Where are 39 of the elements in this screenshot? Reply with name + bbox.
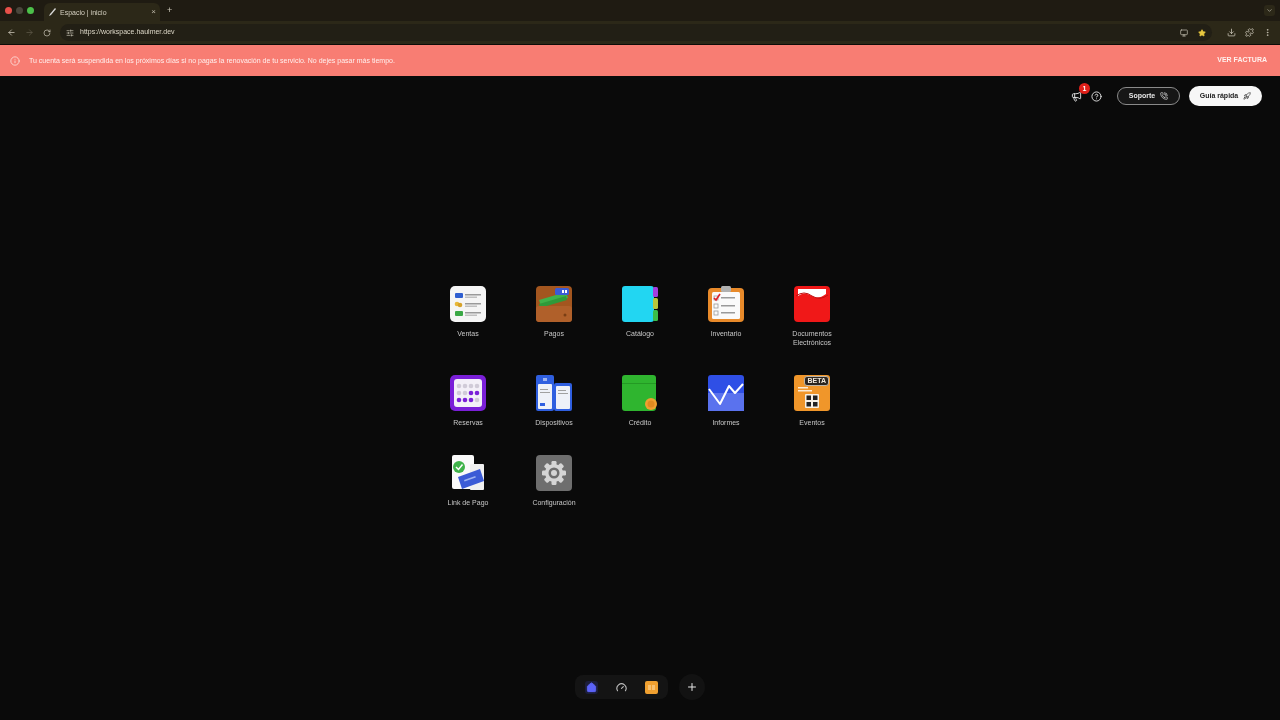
download-icon[interactable] — [1227, 28, 1236, 37]
wallet-icon — [536, 286, 572, 322]
payment-card-icon — [450, 455, 486, 491]
dock-home-button[interactable] — [585, 680, 598, 694]
app-tile-icon — [645, 680, 658, 694]
close-window-button[interactable] — [5, 7, 12, 14]
new-tab-button[interactable]: + — [167, 6, 173, 15]
add-button[interactable] — [679, 674, 705, 700]
gauge-icon — [616, 681, 627, 693]
megaphone-button[interactable] — [1071, 90, 1082, 102]
tab-close-button[interactable]: × — [151, 8, 156, 16]
pen-icon — [49, 8, 56, 16]
dock-tile-button[interactable] — [645, 680, 658, 694]
reload-button[interactable] — [43, 28, 51, 37]
monitor-icon[interactable] — [1180, 28, 1188, 37]
plus-icon — [686, 681, 698, 693]
receipt-icon — [450, 286, 486, 322]
gear-icon — [536, 455, 572, 491]
rocket-icon — [1243, 92, 1252, 100]
back-button[interactable] — [7, 28, 16, 37]
star-icon[interactable] — [1198, 28, 1206, 37]
chevron-down-icon — [1266, 7, 1273, 14]
maximize-window-button[interactable] — [27, 7, 34, 14]
puzzle-icon[interactable] — [1245, 28, 1254, 37]
calendar-icon — [450, 375, 486, 411]
menu-icon[interactable] — [1263, 28, 1272, 37]
dock-gauge-button[interactable] — [615, 680, 628, 694]
tab-list-button[interactable] — [1264, 5, 1275, 16]
phone-icon — [1160, 92, 1169, 100]
home-icon — [586, 681, 597, 693]
help-button[interactable] — [1091, 90, 1102, 102]
line-chart-icon — [708, 375, 744, 411]
sliders-icon[interactable] — [66, 28, 74, 37]
folder-icon — [794, 286, 830, 322]
phones-icon — [536, 375, 572, 411]
binder-icon — [622, 286, 658, 322]
info-icon — [10, 55, 20, 66]
wallet-coin-icon — [622, 375, 658, 411]
clipboard-icon — [708, 286, 744, 322]
